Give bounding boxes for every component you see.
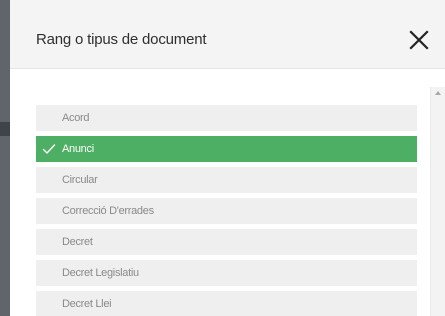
list-item[interactable]: Acord [36,105,417,131]
option-label: Decret Llei [62,298,112,310]
check-icon [42,144,56,154]
option-label: Correcció D'errades [62,205,154,217]
list-item[interactable]: Correcció D'errades [36,198,417,224]
scroll-up-arrow-icon[interactable] [435,91,441,95]
close-icon [409,30,429,50]
document-type-list: Acord Anunci Circular Correcció D'errade… [36,105,417,316]
list-item[interactable]: Decret [36,229,417,255]
list-item-selected[interactable]: Anunci [36,136,417,162]
dialog-header: Rang o tipus de document [10,0,445,69]
list-item[interactable]: Decret Llei [36,291,417,316]
dialog-body: Acord Anunci Circular Correcció D'errade… [10,69,445,316]
dialog-title: Rang o tipus de document [36,31,207,48]
option-label: Decret [62,236,93,248]
option-label: Circular [62,174,98,186]
list-item[interactable]: Circular [36,167,417,193]
option-label: Acord [62,112,90,124]
scrollbar[interactable] [430,87,445,316]
option-label: Decret Legislatiu [62,267,139,279]
document-type-dialog: Rang o tipus de document Acord Anunci Ci… [10,0,445,316]
close-button[interactable] [408,29,430,51]
background-page-edge [0,0,10,316]
background-page-notch [0,122,10,136]
option-label: Anunci [62,143,94,155]
screen: Rang o tipus de document Acord Anunci Ci… [0,0,445,316]
list-item[interactable]: Decret Legislatiu [36,260,417,286]
